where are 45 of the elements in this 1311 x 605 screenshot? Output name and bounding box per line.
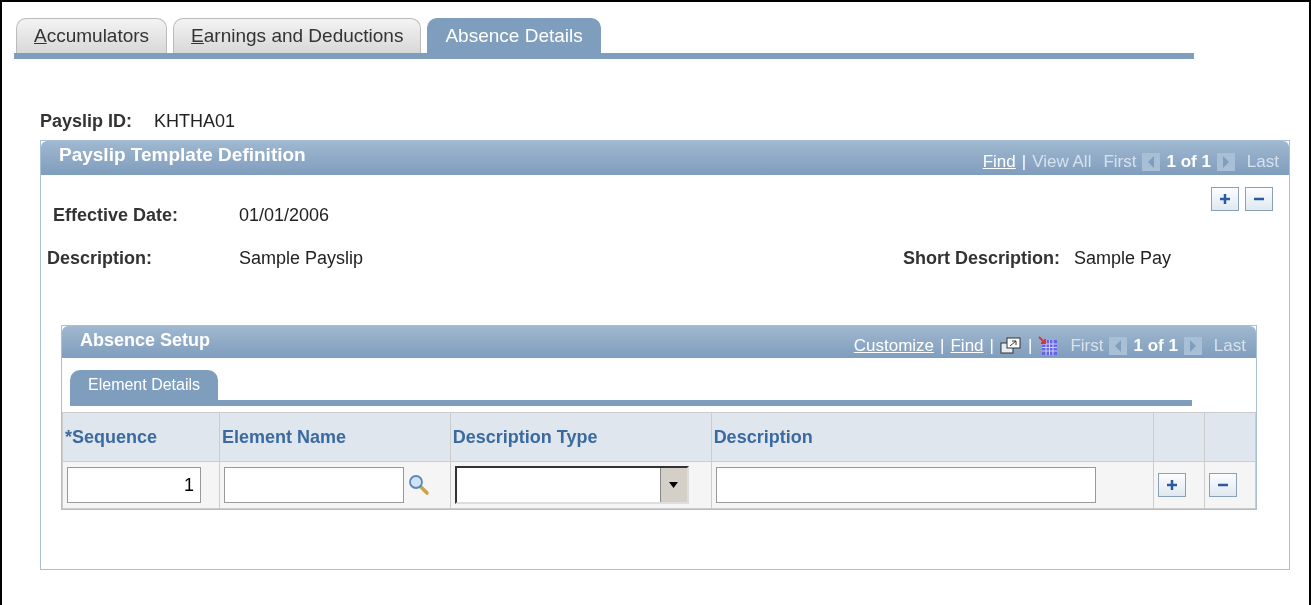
- new-window-icon[interactable]: [1000, 337, 1022, 355]
- search-icon[interactable]: [407, 474, 430, 496]
- nav-link[interactable]: Find: [950, 336, 984, 356]
- field-value: Sample Payslip: [239, 248, 365, 269]
- sequence-field[interactable]: 1: [67, 467, 201, 503]
- page-count: 1 of 1: [1133, 336, 1178, 356]
- description-field[interactable]: [715, 467, 1096, 503]
- delete-row-button[interactable]: [1209, 473, 1238, 497]
- column-header: Description Type: [450, 412, 712, 462]
- spreadsheet-icon[interactable]: [1038, 336, 1059, 356]
- add-button[interactable]: [1211, 187, 1239, 211]
- separator: |: [1021, 152, 1027, 172]
- nav-label: Last: [1213, 336, 1246, 356]
- nav-label: First: [1103, 152, 1137, 172]
- field-value: KHTHA01: [154, 111, 236, 132]
- caret-icon: [669, 482, 679, 488]
- nav-label: First: [1070, 336, 1104, 356]
- plus-icon: [1219, 193, 1231, 205]
- page-count: 1 of 1: [1166, 152, 1211, 172]
- field-label: Payslip ID:: [40, 111, 133, 132]
- separator: |: [989, 336, 994, 356]
- grid-title: Absence Setup: [80, 329, 211, 351]
- field-value: Sample Pay: [1073, 248, 1171, 269]
- field-label: Description:: [47, 248, 153, 269]
- tab[interactable]: Element Details: [70, 370, 219, 400]
- description-type-dropdown[interactable]: [454, 466, 689, 504]
- separator: |: [940, 336, 945, 356]
- add-row-button[interactable]: [1158, 473, 1187, 497]
- remove-button[interactable]: [1245, 187, 1273, 211]
- tab[interactable]: Accumulators: [16, 18, 168, 53]
- plus-icon: [1166, 479, 1179, 491]
- field-label: Effective Date:: [53, 205, 180, 226]
- tab[interactable]: Earnings and Deductions: [173, 18, 422, 53]
- nav-link[interactable]: Find: [982, 152, 1016, 172]
- element-name-field[interactable]: [223, 467, 404, 503]
- nav-label: Last: [1246, 152, 1279, 172]
- column-header: Description: [711, 412, 1154, 462]
- separator: |: [1028, 336, 1033, 356]
- column-header: Element Name: [219, 412, 451, 462]
- nav-link[interactable]: Customize: [853, 336, 935, 356]
- column-header: *Sequence: [62, 412, 220, 462]
- tab[interactable]: Absence Details: [427, 18, 601, 53]
- field-value: 01/01/2006: [239, 205, 330, 226]
- section-title: Payslip Template Definition: [59, 144, 306, 166]
- field-label: Short Description:: [902, 248, 1060, 269]
